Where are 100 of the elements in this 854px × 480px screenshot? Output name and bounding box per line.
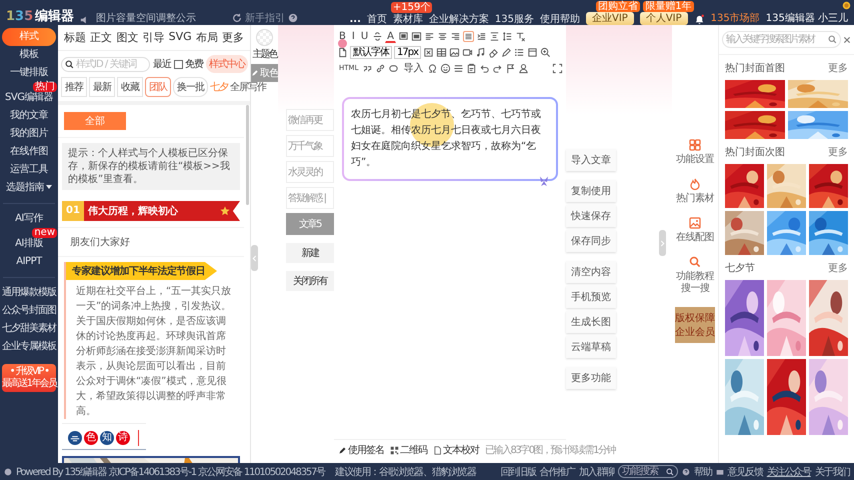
- flame-icon[interactable]: [689, 178, 701, 190]
- tag-link[interactable]: 全屏写作: [230, 80, 266, 94]
- omega-icon[interactable]: [427, 62, 438, 74]
- tool-label[interactable]: 热门素材: [674, 193, 716, 205]
- user-icon[interactable]: [518, 62, 530, 74]
- action-button[interactable]: 手机预览: [566, 286, 616, 308]
- action-button[interactable]: 保存同步: [566, 230, 616, 252]
- nav-item[interactable]: 我的文章: [2, 107, 56, 125]
- follow-link[interactable]: 关注公众号: [766, 464, 811, 478]
- strikethrough-icon[interactable]: [372, 30, 384, 42]
- bell-icon[interactable]: [694, 14, 705, 25]
- close-icon[interactable]: [843, 36, 851, 44]
- nav-item[interactable]: 模板: [2, 46, 56, 64]
- filter-chip[interactable]: 推荐: [61, 77, 87, 97]
- redo-icon[interactable]: [492, 62, 504, 74]
- style-tab[interactable]: 标题: [64, 30, 86, 45]
- clear-format-icon[interactable]: [515, 30, 526, 42]
- nav-link[interactable]: 素材库: [392, 14, 423, 25]
- tool-label[interactable]: 在线配图: [674, 232, 716, 244]
- nav-item[interactable]: 通用爆款模版: [2, 284, 56, 302]
- nav-link[interactable]: 135服务: [494, 14, 534, 25]
- action-button[interactable]: 生成长图: [566, 311, 616, 333]
- border-icon[interactable]: [411, 30, 422, 42]
- new-button[interactable]: 新建: [286, 243, 334, 263]
- more-link[interactable]: 更多: [828, 261, 848, 275]
- pen-icon[interactable]: [501, 46, 512, 58]
- action-button[interactable]: 导入文章: [566, 149, 616, 171]
- eraser-icon[interactable]: [488, 46, 499, 58]
- collapse-handle[interactable]: [251, 245, 258, 271]
- greeting-text[interactable]: 朋友们大家好: [58, 228, 244, 257]
- paragraph-spacing-icon[interactable]: [489, 30, 500, 42]
- toolbar-button[interactable]: I: [350, 30, 357, 42]
- user-name[interactable]: 135编辑器 小三儿: [766, 11, 848, 25]
- fullscreen-icon[interactable]: [552, 62, 563, 74]
- nav-item[interactable]: AIPPT: [2, 253, 56, 271]
- more-link[interactable]: ...: [349, 14, 361, 25]
- tool-label[interactable]: 功能设置: [674, 154, 716, 166]
- undo-icon[interactable]: [479, 62, 490, 74]
- list-icon[interactable]: [514, 46, 525, 58]
- frame-icon[interactable]: [527, 46, 538, 58]
- style-tab[interactable]: 正文: [90, 30, 112, 45]
- style-tab[interactable]: 更多: [222, 30, 244, 45]
- nav-item[interactable]: 运营工具: [2, 161, 56, 179]
- nav-item[interactable]: 一键排版: [2, 64, 56, 82]
- recent-link[interactable]: 最近: [153, 57, 171, 71]
- style-tab[interactable]: 引导: [142, 30, 164, 45]
- proofread-link[interactable]: 文本校对: [433, 443, 479, 457]
- vip-button[interactable]: 企业VIP: [586, 12, 634, 25]
- footer-link[interactable]: 合作推广: [540, 464, 575, 478]
- zoom-in-icon[interactable]: [540, 46, 551, 58]
- function-search-field[interactable]: 功能搜索: [618, 465, 678, 478]
- table-icon[interactable]: [436, 46, 447, 58]
- toolbar-button[interactable]: 导入: [401, 62, 426, 74]
- guide-link[interactable]: 新手指引: [245, 11, 286, 25]
- style-tab[interactable]: 布局: [196, 30, 218, 45]
- toolbar-button[interactable]: U: [358, 30, 370, 42]
- grid-icon[interactable]: [689, 139, 701, 151]
- indent-icon[interactable]: [476, 30, 487, 42]
- toolbar-select[interactable]: 17px: [394, 46, 421, 58]
- action-button[interactable]: 清空内容: [566, 261, 616, 283]
- nav-link[interactable]: 首页: [366, 14, 387, 25]
- shuffle-button[interactable]: 换一批: [173, 77, 208, 97]
- close-all-button[interactable]: 关闭所有: [286, 271, 334, 291]
- membership-card[interactable]: 版权保障 企业会员: [675, 307, 715, 343]
- action-button[interactable]: 快速保存: [566, 205, 616, 227]
- title-banner[interactable]: 01 伟大历程，辉映初心: [62, 201, 240, 221]
- feedback-link[interactable]: 意见反馈: [728, 464, 763, 478]
- align-center-icon[interactable]: [437, 30, 448, 42]
- link-icon[interactable]: [375, 62, 386, 74]
- qrcode-link[interactable]: 二维码: [390, 443, 427, 457]
- action-button[interactable]: 复制使用: [566, 180, 616, 202]
- emoji-icon[interactable]: [440, 62, 452, 74]
- nav-item[interactable]: SVG编辑器: [2, 89, 56, 107]
- music-note-icon[interactable]: [475, 46, 486, 58]
- section-heading[interactable]: 专家建议增加下半年法定节假日: [66, 262, 217, 280]
- filter-chip[interactable]: 最新: [89, 77, 115, 97]
- document-icon[interactable]: [337, 46, 348, 58]
- toolbar-button[interactable]: B: [337, 30, 348, 42]
- align-right-icon[interactable]: [450, 30, 461, 42]
- font-color-button[interactable]: A: [385, 30, 396, 42]
- nav-link[interactable]: 企业解决方案: [428, 14, 489, 25]
- align-left-icon[interactable]: [424, 30, 435, 42]
- flag-icon[interactable]: [505, 62, 516, 74]
- line-height-icon[interactable]: [502, 30, 513, 42]
- tool-label[interactable]: 功能教程搜一搜: [674, 271, 716, 295]
- more-link[interactable]: 更多: [828, 61, 848, 75]
- image-icon[interactable]: [449, 46, 460, 58]
- nav-item[interactable]: 选题指南: [2, 179, 56, 197]
- toolbar-select[interactable]: 默认字体: [350, 46, 392, 58]
- free-checkbox[interactable]: 免费: [174, 57, 203, 71]
- footer-link[interactable]: 加入群聊: [578, 464, 614, 478]
- notice-link[interactable]: 图片容量空间调整公示: [96, 11, 196, 25]
- nav-item[interactable]: 我的图片: [2, 125, 56, 143]
- collapse-handle[interactable]: [659, 230, 666, 256]
- help-link[interactable]: 帮助: [694, 464, 712, 478]
- style-tab[interactable]: 图文: [116, 30, 138, 45]
- filter-chip[interactable]: 收藏: [117, 77, 143, 97]
- nav-item[interactable]: AI排版: [2, 235, 56, 253]
- style-tab[interactable]: SVG: [168, 30, 192, 45]
- action-button[interactable]: 云端草稿: [566, 336, 616, 358]
